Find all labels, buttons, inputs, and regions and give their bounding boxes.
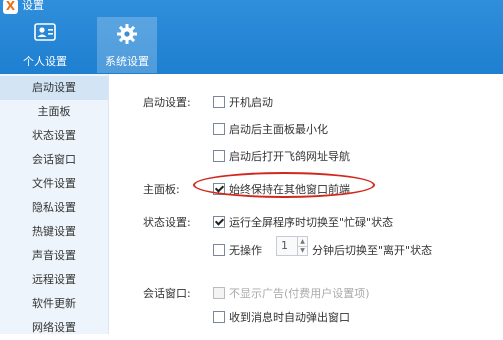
idle-away-checkbox[interactable] xyxy=(213,244,225,256)
startup-section-label: 启动设置: xyxy=(143,96,191,109)
main-panel-section-label: 主面板: xyxy=(143,183,180,196)
tab-label: 个人设置 xyxy=(23,55,67,68)
stepper-down-icon[interactable]: ▼ xyxy=(297,246,307,255)
sidebar-item-hotkey[interactable]: 热键设置 xyxy=(0,220,108,244)
tab-label: 系统设置 xyxy=(105,55,149,68)
sidebar-item-file[interactable]: 文件设置 xyxy=(0,172,108,196)
minimize-on-start-checkbox[interactable] xyxy=(213,123,225,135)
tab-system-settings[interactable]: 系统设置 xyxy=(97,17,157,73)
user-card-icon xyxy=(34,23,56,44)
red-highlight-ellipse xyxy=(193,172,375,198)
settings-content: 启动设置: 开机启动 启动后主面板最小化 启动后打开飞鸽网址导航 主面板: 始终… xyxy=(109,74,503,334)
title-bar: X 设置 xyxy=(0,0,503,18)
idle-suffix-label: 分钟后切换至"离开"状态 xyxy=(312,244,433,257)
sidebar-item-remote[interactable]: 远程设置 xyxy=(0,268,108,292)
fullscreen-busy-checkbox[interactable] xyxy=(213,216,225,228)
option-label: 启动后打开飞鸽网址导航 xyxy=(229,150,350,163)
option-label: 运行全屏程序时切换至"忙碌"状态 xyxy=(229,216,394,229)
app-logo-icon: X xyxy=(3,0,18,14)
auto-start-checkbox[interactable] xyxy=(213,96,225,108)
sidebar-item-update[interactable]: 软件更新 xyxy=(0,292,108,316)
sidebar-item-network[interactable]: 网络设置 xyxy=(0,316,108,340)
settings-sidebar: 启动设置 主面板 状态设置 会话窗口 文件设置 隐私设置 热键设置 声音设置 远… xyxy=(0,74,109,334)
tab-personal-settings[interactable]: 个人设置 xyxy=(15,17,75,73)
sidebar-item-main-panel[interactable]: 主面板 xyxy=(0,100,108,124)
auto-popup-checkbox[interactable] xyxy=(213,311,225,323)
option-label: 开机启动 xyxy=(229,96,273,109)
sidebar-item-status[interactable]: 状态设置 xyxy=(0,124,108,148)
chat-section-label: 会话窗口: xyxy=(143,287,191,300)
option-label: 不显示广告(付费用户设置项) xyxy=(229,287,370,300)
hide-ads-checkbox xyxy=(213,287,225,299)
header-bar: X 设置 个人设置 系统设置 xyxy=(0,0,503,74)
status-section-label: 状态设置: xyxy=(143,216,191,229)
option-label: 无操作 xyxy=(229,244,262,257)
sidebar-item-chat-window[interactable]: 会话窗口 xyxy=(0,148,108,172)
idle-minutes-value: 1 xyxy=(281,239,288,252)
sidebar-item-sound[interactable]: 声音设置 xyxy=(0,244,108,268)
sidebar-item-startup[interactable]: 启动设置 xyxy=(0,76,108,100)
sidebar-item-privacy[interactable]: 隐私设置 xyxy=(0,196,108,220)
window-title: 设置 xyxy=(22,0,44,12)
open-nav-checkbox[interactable] xyxy=(213,150,225,162)
idle-minutes-stepper[interactable]: 1 ▲ ▼ xyxy=(276,236,308,256)
option-label: 启动后主面板最小化 xyxy=(229,123,328,136)
option-label: 收到消息时自动弹出窗口 xyxy=(229,311,350,324)
gear-icon xyxy=(116,23,138,48)
